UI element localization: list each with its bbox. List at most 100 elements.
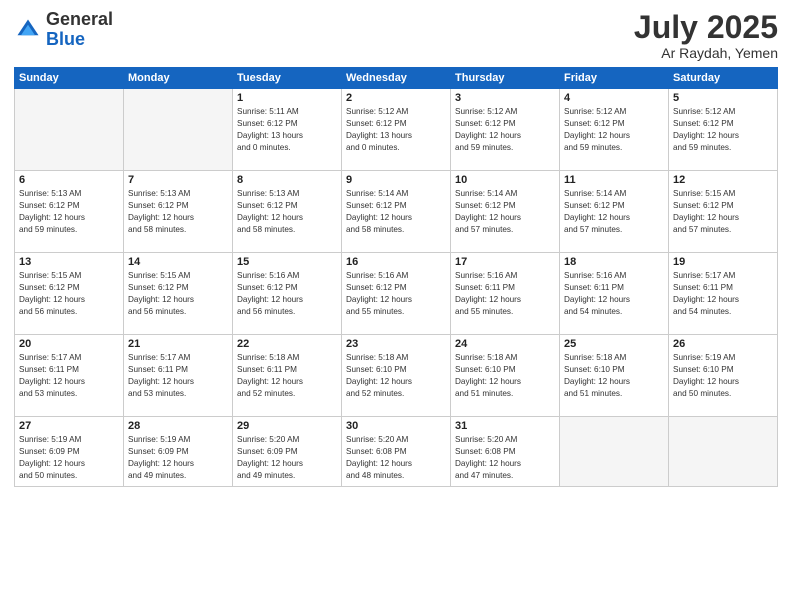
day-number: 28 [128,420,228,432]
logo: General Blue [14,10,113,50]
day-info: Sunrise: 5:17 AMSunset: 6:11 PMDaylight:… [19,352,119,400]
weekday-header-sunday: Sunday [15,68,124,89]
day-info: Sunrise: 5:18 AMSunset: 6:11 PMDaylight:… [237,352,337,400]
calendar-cell: 3Sunrise: 5:12 AMSunset: 6:12 PMDaylight… [451,89,560,171]
calendar-cell: 27Sunrise: 5:19 AMSunset: 6:09 PMDayligh… [15,417,124,487]
calendar-cell: 14Sunrise: 5:15 AMSunset: 6:12 PMDayligh… [124,253,233,335]
calendar-cell: 26 Sunrise: 5:19 AMSunset: 6:10 PMDayligh… [669,335,778,417]
calendar-cell: 5Sunrise: 5:12 AMSunset: 6:12 PMDaylight… [669,89,778,171]
calendar-cell: 23 Sunrise: 5:18 AMSunset: 6:10 PMDayligh… [342,335,451,417]
calendar-cell: 31Sunrise: 5:20 AMSunset: 6:08 PMDayligh… [451,417,560,487]
day-info: Sunrise: 5:14 AMSunset: 6:12 PMDaylight:… [455,188,555,236]
day-info: Sunrise: 5:13 AMSunset: 6:12 PMDaylight:… [237,188,337,236]
day-info: Sunrise: 5:18 AMSunset: 6:10 PMDaylight:… [346,352,446,400]
calendar-week-row: 27 Sunrise: 5:19 AMSunset: 6:09 PMDayligh… [15,417,778,487]
day-number: 29 [237,420,337,432]
logo-blue: Blue [46,29,85,49]
header: General Blue July 2025 Ar Raydah, Yemen [14,10,778,61]
day-number: 23 [346,338,446,350]
weekday-header-tuesday: Tuesday [233,68,342,89]
calendar-cell: 24 Sunrise: 5:18 AMSunset: 6:10 PMDayligh… [451,335,560,417]
calendar-table: SundayMondayTuesdayWednesdayThursdayFrid… [14,67,778,487]
calendar-title: July 2025 [634,10,778,45]
day-number: 27 [19,420,119,432]
calendar-cell: 8 Sunrise: 5:13 AMSunset: 6:12 PMDaylight… [233,171,342,253]
calendar-cell [669,417,778,487]
day-info: Sunrise: 5:14 AMSunset: 6:12 PMDaylight:… [564,188,664,236]
calendar-cell [124,89,233,171]
day-number: 9 [346,174,446,186]
logo-general: General [46,9,113,29]
day-number: 11 [564,174,664,186]
day-number: 31 [455,420,555,432]
calendar-cell: 13Sunrise: 5:15 AMSunset: 6:12 PMDayligh… [15,253,124,335]
weekday-header-thursday: Thursday [451,68,560,89]
weekday-header-friday: Friday [560,68,669,89]
calendar-week-row: 20 Sunrise: 5:17 AMSunset: 6:11 PMDayligh… [15,335,778,417]
day-info: Sunrise: 5:13 AMSunset: 6:12 PMDaylight:… [19,188,119,236]
title-block: July 2025 Ar Raydah, Yemen [634,10,778,61]
day-info: Sunrise: 5:13 AMSunset: 6:12 PMDaylight:… [128,188,228,236]
day-info: Sunrise: 5:18 AMSunset: 6:10 PMDaylight:… [455,352,555,400]
day-number: 26 [673,338,773,350]
calendar-cell: 10 Sunrise: 5:14 AMSunset: 6:12 PMDayligh… [451,171,560,253]
day-info: Sunrise: 5:16 AMSunset: 6:11 PMDaylight:… [455,270,555,318]
day-number: 5 [673,92,773,104]
day-info: Sunrise: 5:15 AMSunset: 6:12 PMDaylight:… [19,270,119,318]
calendar-cell [560,417,669,487]
day-info: Sunrise: 5:12 AMSunset: 6:12 PMDaylight:… [564,106,664,154]
weekday-header-saturday: Saturday [669,68,778,89]
day-info: Sunrise: 5:18 AMSunset: 6:10 PMDaylight:… [564,352,664,400]
calendar-cell: 7 Sunrise: 5:13 AMSunset: 6:12 PMDaylight… [124,171,233,253]
day-number: 10 [455,174,555,186]
day-number: 18 [564,256,664,268]
day-number: 30 [346,420,446,432]
day-info: Sunrise: 5:14 AMSunset: 6:12 PMDaylight:… [346,188,446,236]
calendar-week-row: 6 Sunrise: 5:13 AMSunset: 6:12 PMDaylight… [15,171,778,253]
day-info: Sunrise: 5:15 AMSunset: 6:12 PMDaylight:… [673,188,773,236]
logo-text: General Blue [46,10,113,50]
day-info: Sunrise: 5:19 AMSunset: 6:09 PMDaylight:… [128,434,228,482]
calendar-week-row: 1 Sunrise: 5:11 AMSunset: 6:12 PMDaylight… [15,89,778,171]
day-info: Sunrise: 5:20 AMSunset: 6:08 PMDaylight:… [346,434,446,482]
weekday-header-monday: Monday [124,68,233,89]
day-number: 12 [673,174,773,186]
calendar-cell: 16 Sunrise: 5:16 AMSunset: 6:12 PMDayligh… [342,253,451,335]
day-number: 22 [237,338,337,350]
day-info: Sunrise: 5:20 AMSunset: 6:09 PMDaylight:… [237,434,337,482]
day-number: 6 [19,174,119,186]
day-number: 2 [346,92,446,104]
day-number: 7 [128,174,228,186]
day-number: 3 [455,92,555,104]
day-number: 25 [564,338,664,350]
day-number: 14 [128,256,228,268]
calendar-cell: 6 Sunrise: 5:13 AMSunset: 6:12 PMDaylight… [15,171,124,253]
day-info: Sunrise: 5:11 AMSunset: 6:12 PMDaylight:… [237,106,337,154]
calendar-cell: 1 Sunrise: 5:11 AMSunset: 6:12 PMDaylight… [233,89,342,171]
day-info: Sunrise: 5:17 AMSunset: 6:11 PMDaylight:… [673,270,773,318]
calendar-cell: 11 Sunrise: 5:14 AMSunset: 6:12 PMDayligh… [560,171,669,253]
day-number: 17 [455,256,555,268]
day-number: 21 [128,338,228,350]
calendar-cell: 9 Sunrise: 5:14 AMSunset: 6:12 PMDaylight… [342,171,451,253]
calendar-cell: 18Sunrise: 5:16 AMSunset: 6:11 PMDayligh… [560,253,669,335]
day-number: 19 [673,256,773,268]
weekday-header-row: SundayMondayTuesdayWednesdayThursdayFrid… [15,68,778,89]
day-number: 20 [19,338,119,350]
day-number: 16 [346,256,446,268]
calendar-cell: 20 Sunrise: 5:17 AMSunset: 6:11 PMDayligh… [15,335,124,417]
day-number: 8 [237,174,337,186]
day-info: Sunrise: 5:19 AMSunset: 6:10 PMDaylight:… [673,352,773,400]
calendar-cell: 25 Sunrise: 5:18 AMSunset: 6:10 PMDayligh… [560,335,669,417]
calendar-cell: 28 Sunrise: 5:19 AMSunset: 6:09 PMDayligh… [124,417,233,487]
calendar-cell: 17 Sunrise: 5:16 AMSunset: 6:11 PMDayligh… [451,253,560,335]
calendar-cell: 29 Sunrise: 5:20 AMSunset: 6:09 PMDayligh… [233,417,342,487]
day-info: Sunrise: 5:16 AMSunset: 6:12 PMDaylight:… [346,270,446,318]
logo-icon [14,16,42,44]
day-number: 24 [455,338,555,350]
calendar-cell: 19 Sunrise: 5:17 AMSunset: 6:11 PMDayligh… [669,253,778,335]
calendar-cell: 2Sunrise: 5:12 AMSunset: 6:12 PMDaylight… [342,89,451,171]
weekday-header-wednesday: Wednesday [342,68,451,89]
calendar-cell: 4Sunrise: 5:12 AMSunset: 6:12 PMDaylight… [560,89,669,171]
day-number: 1 [237,92,337,104]
